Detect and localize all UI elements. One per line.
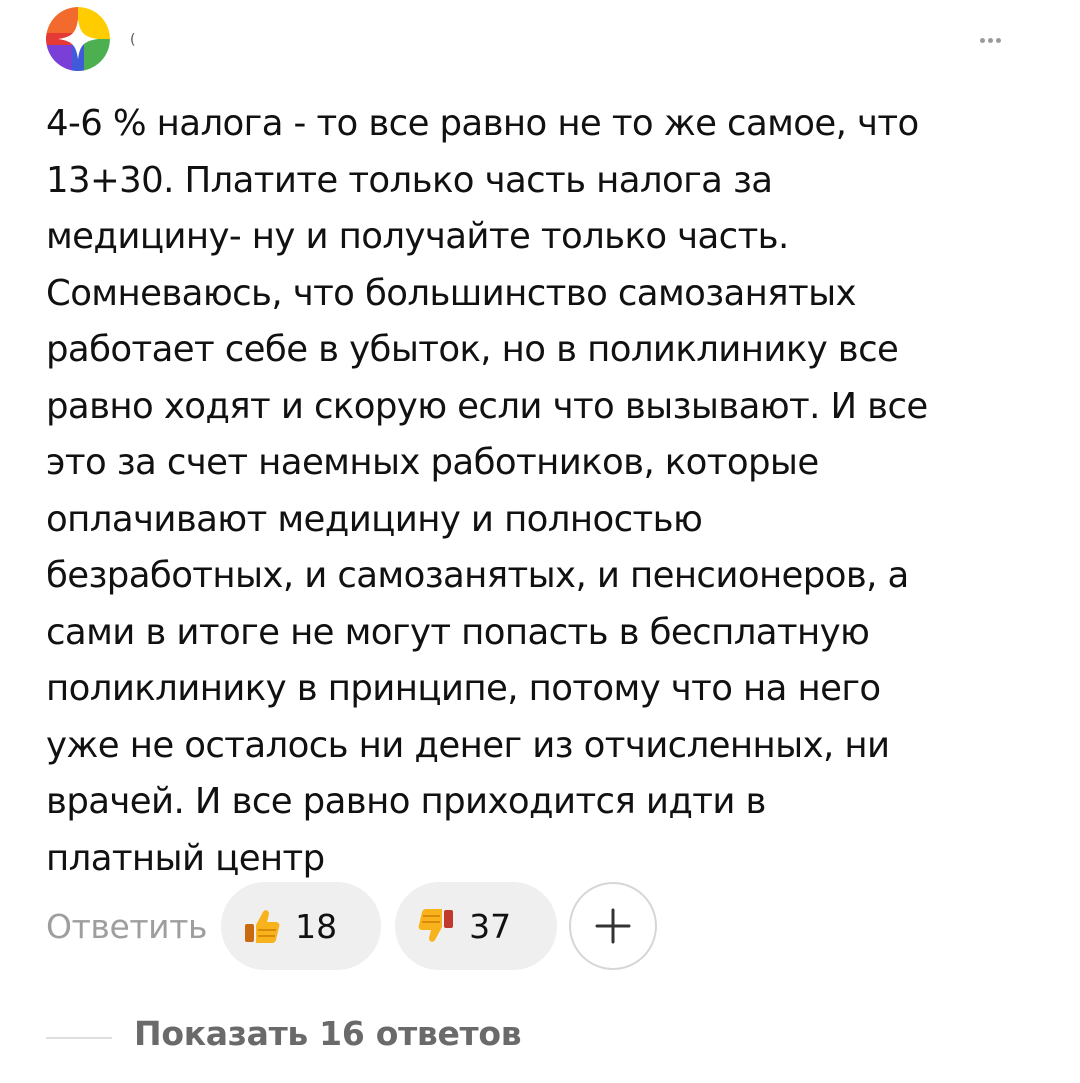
add-reaction-button[interactable]: [569, 882, 658, 970]
menu-dot: [987, 37, 993, 43]
thumbs-up-icon: [245, 910, 280, 943]
plus-icon: [595, 908, 631, 944]
like-button[interactable]: 18: [221, 882, 382, 970]
dislike-count: 37: [469, 906, 512, 946]
like-count: 18: [295, 906, 338, 946]
thumbs-down-icon: [418, 909, 454, 942]
comment-actions: Ответить 18 37: [46, 882, 658, 970]
author-name[interactable]: (: [130, 32, 135, 48]
comment-header: (: [0, 0, 1080, 90]
more-dots-icon[interactable]: [966, 26, 1014, 54]
menu-dot: [995, 37, 1001, 43]
dislike-button[interactable]: 37: [395, 882, 558, 970]
avatar[interactable]: [46, 7, 110, 71]
menu-dot: [979, 37, 985, 43]
replies-divider: [46, 1037, 112, 1039]
show-replies-button[interactable]: Показать 16 ответов: [134, 1014, 522, 1053]
reply-button[interactable]: Ответить: [46, 907, 207, 946]
comment-card: ( 4-6 % налога - то все равно не то же с…: [0, 0, 1080, 1083]
comment-text: 4-6 % налога - то все равно не то же сам…: [46, 103, 928, 879]
